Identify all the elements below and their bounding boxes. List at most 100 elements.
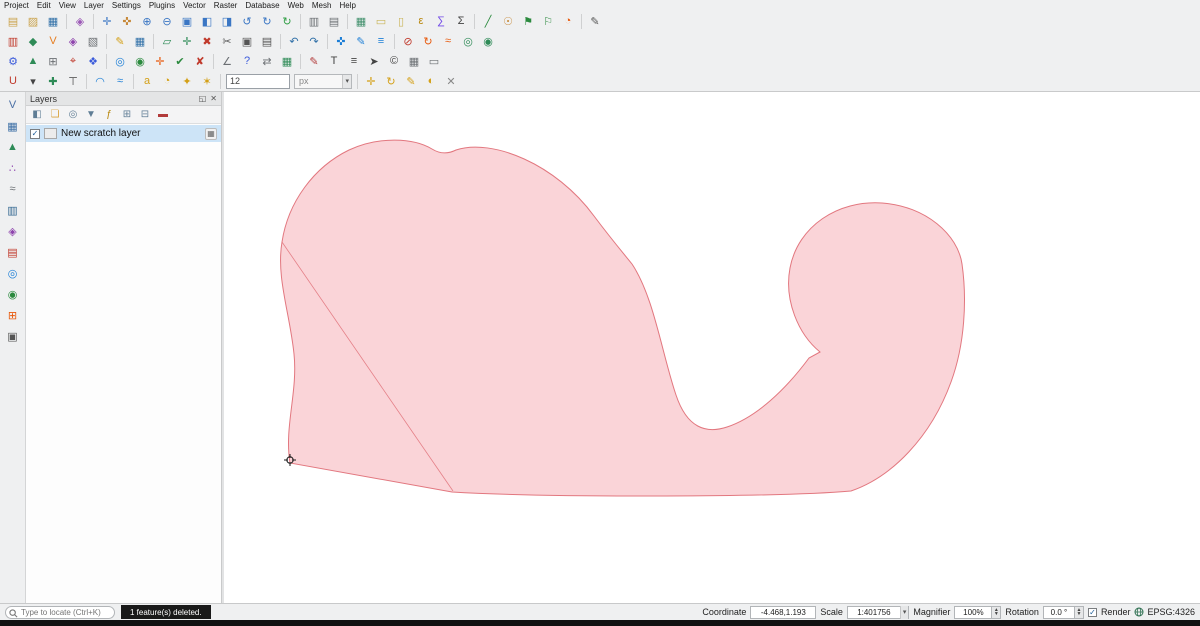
pan-map-icon[interactable]: ✛ bbox=[98, 12, 116, 30]
paste-features-icon[interactable]: ▤ bbox=[258, 32, 276, 50]
coordinate-input[interactable] bbox=[750, 606, 816, 619]
scale-combobox[interactable]: ▾ bbox=[847, 606, 910, 619]
grass-tools-icon[interactable]: ▲ bbox=[24, 52, 42, 70]
new-virtual-layer-icon[interactable]: ▧ bbox=[84, 32, 102, 50]
undo-icon[interactable]: ↶ bbox=[285, 32, 303, 50]
topological-editing-icon[interactable]: ⊤ bbox=[64, 72, 82, 90]
delete-part-icon[interactable]: ⊘ bbox=[399, 32, 417, 50]
zoom-in-icon[interactable]: ⊕ bbox=[138, 12, 156, 30]
chevron-down-icon[interactable]: ▾ bbox=[900, 606, 909, 619]
diagram-options-icon[interactable]: ◔ bbox=[158, 72, 176, 90]
highlight-labels-icon[interactable]: ✶ bbox=[198, 72, 216, 90]
change-label-icon[interactable]: ✎ bbox=[402, 72, 420, 90]
cut-features-icon[interactable]: ✂ bbox=[218, 32, 236, 50]
open-data-source-manager-icon[interactable]: ▥ bbox=[4, 32, 22, 50]
add-spatialite-layer-icon[interactable]: ◈ bbox=[4, 222, 22, 240]
multi-edit-attributes-icon[interactable]: ≡ bbox=[372, 32, 390, 50]
vertex-tool-icon[interactable]: ✜ bbox=[332, 32, 350, 50]
modify-attributes-icon[interactable]: ✎ bbox=[352, 32, 370, 50]
magnifier-input[interactable] bbox=[954, 606, 992, 619]
processing-toolbox-icon[interactable]: ⚙ bbox=[4, 52, 22, 70]
menu-plugins[interactable]: Plugins bbox=[149, 1, 175, 10]
scale-bar-icon[interactable]: ≡ bbox=[345, 52, 363, 70]
show-layout-manager-icon[interactable]: ▤ bbox=[325, 12, 343, 30]
add-mesh-layer-icon[interactable]: ▲ bbox=[4, 138, 22, 156]
model-designer-icon[interactable]: ❖ bbox=[84, 52, 102, 70]
menu-project[interactable]: Project bbox=[4, 1, 29, 10]
font-size-input[interactable] bbox=[226, 74, 290, 89]
coordinate-capture-icon[interactable]: ✛ bbox=[151, 52, 169, 70]
layout-extent-icon[interactable]: ▭ bbox=[425, 52, 443, 70]
memory-layer-indicator-icon[interactable]: ▦ bbox=[205, 128, 217, 140]
filter-by-expression-icon[interactable]: ƒ bbox=[101, 107, 117, 123]
menu-help[interactable]: Help bbox=[339, 1, 355, 10]
add-group-icon[interactable]: ❏ bbox=[47, 107, 63, 123]
toggle-editing-icon[interactable]: ✎ bbox=[111, 32, 129, 50]
stream-digitizing-icon[interactable]: ≈ bbox=[111, 72, 129, 90]
spinner-arrows-icon[interactable]: ▲▼ bbox=[992, 606, 1001, 619]
snap-on-intersection-icon[interactable]: ✚ bbox=[44, 72, 62, 90]
fill-ring-icon[interactable]: ◉ bbox=[479, 32, 497, 50]
text-annotation-icon[interactable]: ✎ bbox=[586, 12, 604, 30]
new-print-layout-icon[interactable]: ▥ bbox=[305, 12, 323, 30]
remove-layer-icon[interactable]: ▬ bbox=[155, 107, 171, 123]
snapping-mode-icon[interactable]: ▾ bbox=[24, 72, 42, 90]
select-by-expression-icon[interactable]: ε bbox=[412, 12, 430, 30]
new-spatial-bookmark-icon[interactable]: ⚑ bbox=[519, 12, 537, 30]
locate-input[interactable] bbox=[5, 606, 115, 619]
grid-decoration-icon[interactable]: ▦ bbox=[405, 52, 423, 70]
manage-map-themes-icon[interactable]: ◎ bbox=[65, 107, 81, 123]
open-attribute-table-icon[interactable]: ▦ bbox=[352, 12, 370, 30]
crs-status[interactable]: EPSG:4326 bbox=[1134, 607, 1195, 617]
open-project-icon[interactable]: ▨ bbox=[24, 12, 42, 30]
spatial-query-icon[interactable]: ? bbox=[238, 52, 256, 70]
rotation-input[interactable] bbox=[1043, 606, 1075, 619]
copy-features-icon[interactable]: ▣ bbox=[238, 32, 256, 50]
raster-calculator-icon[interactable]: ⊞ bbox=[44, 52, 62, 70]
zoom-last-icon[interactable]: ↺ bbox=[238, 12, 256, 30]
move-label-icon[interactable]: ✛ bbox=[362, 72, 380, 90]
render-checkbox[interactable]: ✓ bbox=[1088, 608, 1097, 617]
osm-place-search-icon[interactable]: ◉ bbox=[131, 52, 149, 70]
georeferencer-icon[interactable]: ⌖ bbox=[64, 52, 82, 70]
zoom-full-icon[interactable]: ▣ bbox=[178, 12, 196, 30]
add-vector-layer-icon[interactable]: V bbox=[4, 96, 22, 114]
open-layer-styling-icon[interactable]: ◧ bbox=[29, 107, 45, 123]
close-panel-icon[interactable]: ✕ bbox=[210, 94, 217, 103]
scale-input[interactable] bbox=[848, 607, 900, 618]
add-wfs-layer-icon[interactable]: ◉ bbox=[4, 285, 22, 303]
mesh-calculator-icon[interactable]: ▦ bbox=[278, 52, 296, 70]
menu-web[interactable]: Web bbox=[288, 1, 304, 10]
add-delimited-text-layer-icon[interactable]: ≈ bbox=[4, 180, 22, 198]
save-project-icon[interactable]: ▦ bbox=[44, 12, 62, 30]
geometry-checker-icon[interactable]: ✔ bbox=[171, 52, 189, 70]
north-arrow-icon[interactable]: ➤ bbox=[365, 52, 383, 70]
add-postgis-layer-icon[interactable]: ▥ bbox=[4, 201, 22, 219]
zoom-to-layer-icon[interactable]: ◨ bbox=[218, 12, 236, 30]
add-mssql-layer-icon[interactable]: ▤ bbox=[4, 243, 22, 261]
profile-tool-icon[interactable]: ∠ bbox=[218, 52, 236, 70]
refresh-map-icon[interactable]: ↻ bbox=[278, 12, 296, 30]
layer-checkbox[interactable]: ✓ bbox=[30, 129, 40, 139]
menu-settings[interactable]: Settings bbox=[112, 1, 141, 10]
show-hide-labels-icon[interactable]: ◐ bbox=[422, 72, 440, 90]
menu-view[interactable]: View bbox=[59, 1, 76, 10]
topology-checker-icon[interactable]: ✘ bbox=[191, 52, 209, 70]
add-polygon-feature-icon[interactable]: ▱ bbox=[158, 32, 176, 50]
collapse-all-icon[interactable]: ⊟ bbox=[137, 107, 153, 123]
zoom-to-selection-icon[interactable]: ◧ bbox=[198, 12, 216, 30]
show-bookmarks-icon[interactable]: ⚐ bbox=[539, 12, 557, 30]
chevron-down-icon[interactable]: ▾ bbox=[342, 75, 351, 88]
label-toolbar-extra-icon[interactable]: ✕ bbox=[442, 72, 460, 90]
menu-database[interactable]: Database bbox=[245, 1, 279, 10]
menu-edit[interactable]: Edit bbox=[37, 1, 51, 10]
new-spatialite-layer-icon[interactable]: ◈ bbox=[64, 32, 82, 50]
menu-mesh[interactable]: Mesh bbox=[312, 1, 332, 10]
add-wms-layer-icon[interactable]: ◎ bbox=[4, 264, 22, 282]
simplify-feature-icon[interactable]: ≈ bbox=[439, 32, 457, 50]
add-xyz-layer-icon[interactable]: ⊞ bbox=[4, 306, 22, 324]
menu-raster[interactable]: Raster bbox=[214, 1, 238, 10]
digitize-with-curve-icon[interactable]: ◠ bbox=[91, 72, 109, 90]
spinner-arrows-icon[interactable]: ▲▼ bbox=[1075, 606, 1084, 619]
open-field-calculator-icon[interactable]: ∑ bbox=[432, 12, 450, 30]
